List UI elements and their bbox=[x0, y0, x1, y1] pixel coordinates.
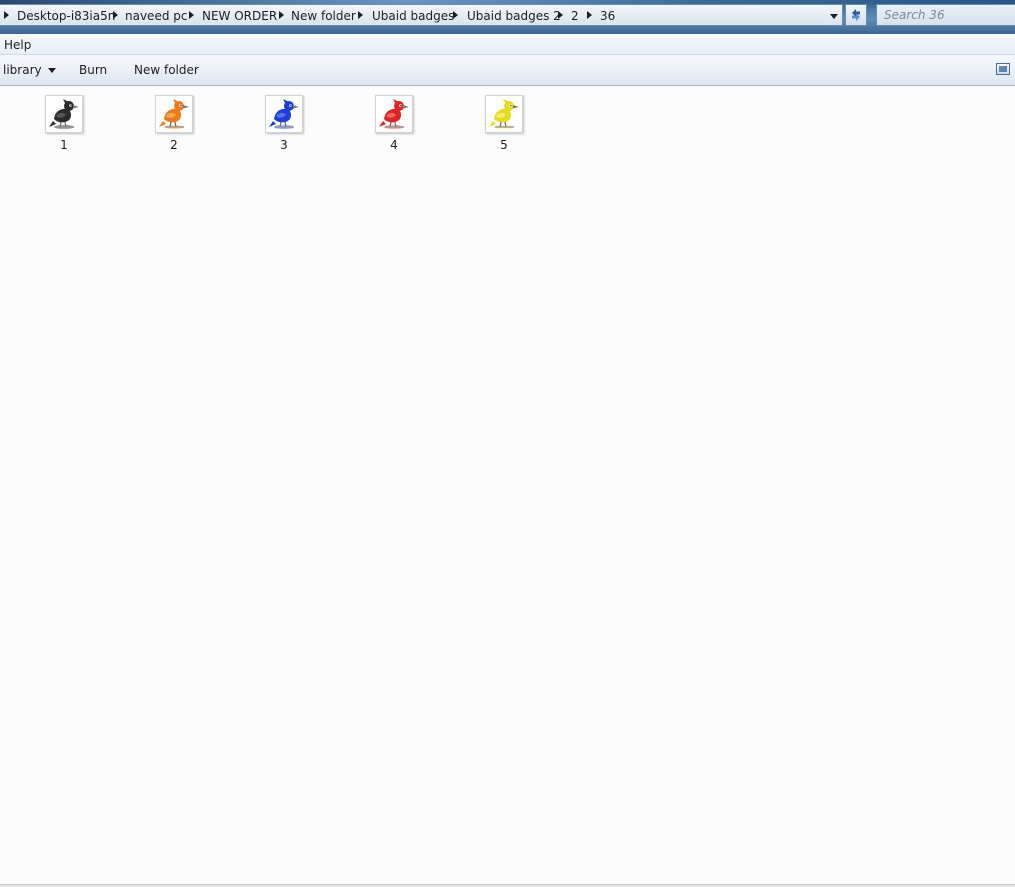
library-label: library bbox=[3, 63, 42, 77]
breadcrumb-item[interactable]: Ubaid badges 2 bbox=[467, 8, 561, 24]
file-name[interactable]: 2 bbox=[144, 138, 204, 152]
bird-icon bbox=[49, 99, 79, 130]
explorer-window: Desktop-i83ia5n naveed pc NEW ORDER New … bbox=[0, 0, 1015, 887]
refresh-button[interactable] bbox=[845, 4, 867, 26]
breadcrumb-arrow-icon[interactable] bbox=[587, 11, 592, 19]
bird-icon bbox=[269, 99, 299, 130]
bird-icon bbox=[489, 99, 519, 130]
file-item[interactable]: 5 bbox=[474, 95, 534, 153]
menu-bar: Help bbox=[0, 34, 1015, 55]
new-folder-button[interactable]: New folder bbox=[134, 62, 199, 78]
breadcrumb-arrow-icon[interactable] bbox=[113, 11, 118, 19]
file-item[interactable]: 4 bbox=[364, 95, 424, 153]
menu-item-help[interactable]: Help bbox=[4, 37, 31, 53]
file-item[interactable]: 3 bbox=[254, 95, 314, 153]
breadcrumb-arrow-icon[interactable] bbox=[189, 11, 194, 19]
chevron-down-icon bbox=[47, 68, 56, 73]
file-list[interactable]: 1 2 3 4 5 bbox=[0, 86, 1015, 884]
file-name[interactable]: 5 bbox=[474, 138, 534, 152]
search-input[interactable] bbox=[876, 4, 1015, 26]
file-thumbnail[interactable] bbox=[45, 95, 83, 133]
refresh-icon bbox=[852, 9, 860, 21]
file-name[interactable]: 1 bbox=[34, 138, 94, 152]
breadcrumb-arrow-icon[interactable] bbox=[358, 11, 363, 19]
breadcrumb-arrow-icon[interactable] bbox=[558, 11, 563, 19]
breadcrumb-item[interactable]: 36 bbox=[600, 8, 615, 24]
file-item[interactable]: 1 bbox=[34, 95, 94, 153]
breadcrumb-item[interactable]: Desktop-i83ia5n bbox=[17, 8, 115, 24]
bird-icon bbox=[379, 99, 409, 130]
chevron-down-icon[interactable] bbox=[826, 9, 842, 23]
file-thumbnail[interactable] bbox=[485, 95, 523, 133]
breadcrumb-item[interactable]: New folder bbox=[291, 8, 356, 24]
file-thumbnail[interactable] bbox=[375, 95, 413, 133]
bird-icon bbox=[159, 99, 189, 130]
file-item[interactable]: 2 bbox=[144, 95, 204, 153]
file-name[interactable]: 3 bbox=[254, 138, 314, 152]
breadcrumb-item[interactable]: NEW ORDER bbox=[202, 8, 277, 24]
address-bar[interactable]: Desktop-i83ia5n naveed pc NEW ORDER New … bbox=[0, 4, 843, 26]
breadcrumb-arrow-icon[interactable] bbox=[279, 11, 284, 19]
file-thumbnail[interactable] bbox=[265, 95, 303, 133]
title-bar: Desktop-i83ia5n naveed pc NEW ORDER New … bbox=[0, 0, 1015, 34]
breadcrumb-item[interactable]: 2 bbox=[571, 8, 579, 24]
command-bar: library Burn New folder bbox=[0, 55, 1015, 86]
breadcrumb-arrow-icon[interactable] bbox=[453, 11, 458, 19]
library-button[interactable]: library bbox=[3, 62, 56, 78]
file-thumbnail[interactable] bbox=[155, 95, 193, 133]
breadcrumb-root-arrow-icon[interactable] bbox=[4, 11, 9, 19]
file-name[interactable]: 4 bbox=[364, 138, 424, 152]
breadcrumb-item[interactable]: naveed pc bbox=[125, 8, 187, 24]
burn-button[interactable]: Burn bbox=[79, 62, 107, 78]
preview-pane-icon[interactable] bbox=[996, 63, 1010, 75]
breadcrumb-item[interactable]: Ubaid badges bbox=[372, 8, 454, 24]
